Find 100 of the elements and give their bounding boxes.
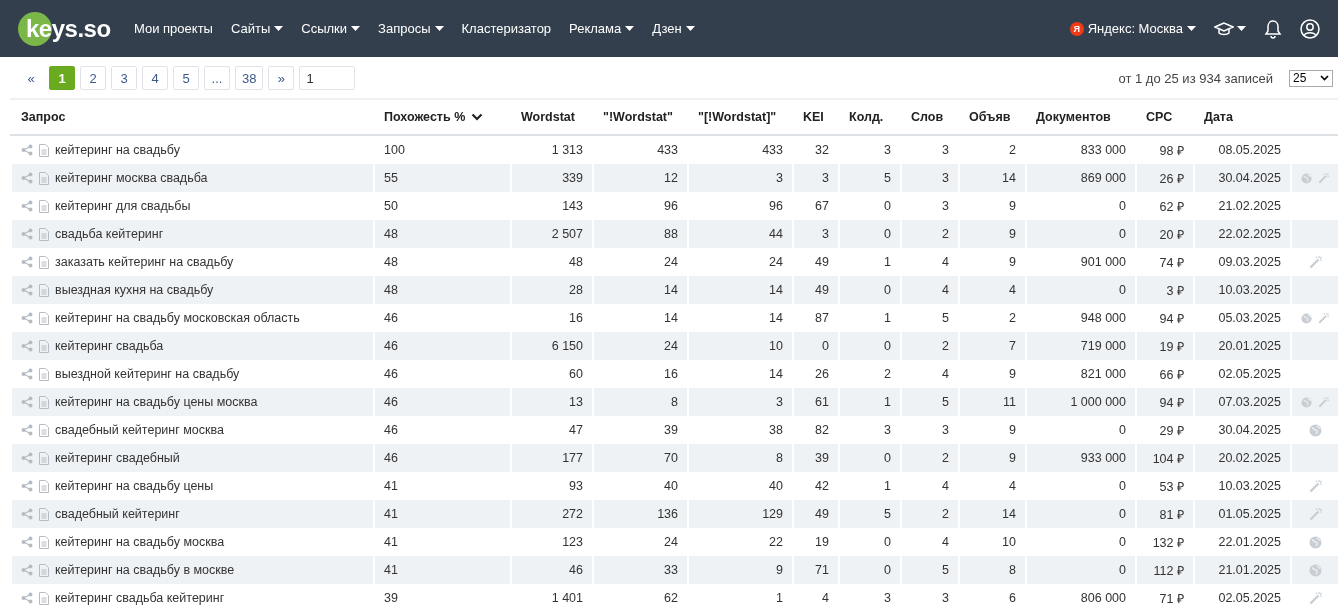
- share-icon[interactable]: [21, 284, 33, 296]
- column-header[interactable]: Дата: [1194, 99, 1291, 135]
- menu-item[interactable]: Кластеризатор: [461, 21, 552, 36]
- page-size-select[interactable]: 25: [1289, 69, 1333, 87]
- menu-item[interactable]: Мои проекты: [134, 21, 213, 36]
- document-icon[interactable]: [39, 479, 49, 493]
- document-icon[interactable]: [39, 395, 49, 409]
- share-icon[interactable]: [21, 144, 33, 156]
- share-icon[interactable]: [21, 256, 33, 268]
- menu-item[interactable]: Реклама: [569, 21, 635, 36]
- query-link[interactable]: кейтеринг на свадьбу цены: [55, 479, 214, 493]
- magic-wand-icon[interactable]: [1318, 311, 1330, 325]
- table-cell: 20.01.2025: [1194, 332, 1291, 360]
- page-link[interactable]: 2: [80, 66, 106, 90]
- column-header[interactable]: "!Wordstat": [593, 99, 688, 135]
- share-icon[interactable]: [21, 312, 33, 324]
- share-icon[interactable]: [21, 172, 33, 184]
- share-icon[interactable]: [21, 228, 33, 240]
- menu-item[interactable]: Запросы: [378, 21, 444, 36]
- table-cell: 3: [688, 388, 793, 416]
- column-header[interactable]: KEI: [793, 99, 839, 135]
- globe-icon[interactable]: [1301, 171, 1313, 185]
- magic-wand-icon[interactable]: [1308, 255, 1323, 269]
- page-link[interactable]: ...: [204, 66, 230, 90]
- globe-icon[interactable]: [1309, 563, 1322, 577]
- column-header[interactable]: "[!Wordstat]": [688, 99, 793, 135]
- table-cell: 719 000: [1026, 332, 1136, 360]
- magic-wand-icon[interactable]: [1308, 591, 1323, 605]
- notifications-bell-icon[interactable]: [1264, 18, 1282, 39]
- query-link[interactable]: кейтеринг свадьба: [55, 339, 164, 353]
- query-link[interactable]: кейтеринг свадебный: [55, 451, 180, 465]
- document-icon[interactable]: [39, 171, 49, 185]
- globe-icon[interactable]: [1301, 311, 1313, 325]
- query-link[interactable]: кейтеринг на свадьбу: [55, 143, 180, 157]
- user-account-icon[interactable]: [1300, 18, 1320, 39]
- region-selector[interactable]: Я Яндекс: Москва: [1069, 21, 1196, 36]
- query-link[interactable]: выездной кейтеринг на свадьбу: [55, 367, 240, 381]
- page-link[interactable]: 3: [111, 66, 137, 90]
- table-cell: 71: [793, 556, 839, 584]
- magic-wand-icon[interactable]: [1308, 507, 1323, 521]
- page-link[interactable]: »: [268, 66, 295, 90]
- table-cell: 8: [688, 444, 793, 472]
- magic-wand-icon[interactable]: [1318, 395, 1330, 409]
- globe-icon[interactable]: [1309, 423, 1322, 437]
- share-icon[interactable]: [21, 424, 33, 436]
- table-cell: 4: [793, 584, 839, 609]
- query-link[interactable]: свадьба кейтеринг: [55, 227, 164, 241]
- document-icon[interactable]: [39, 283, 49, 297]
- menu-item[interactable]: Ссылки: [301, 21, 361, 36]
- page-link[interactable]: 5: [173, 66, 199, 90]
- menu-item[interactable]: Сайты: [230, 21, 284, 36]
- document-icon[interactable]: [39, 311, 49, 325]
- document-icon[interactable]: [39, 535, 49, 549]
- query-link[interactable]: кейтеринг для свадьбы: [55, 199, 191, 213]
- share-icon[interactable]: [21, 480, 33, 492]
- query-link[interactable]: заказать кейтеринг на свадьбу: [55, 255, 234, 269]
- share-icon[interactable]: [21, 200, 33, 212]
- table-cell: 3 ₽: [1136, 276, 1194, 304]
- magic-wand-icon[interactable]: [1318, 171, 1330, 185]
- share-icon[interactable]: [21, 508, 33, 520]
- table-cell: 94 ₽: [1136, 388, 1194, 416]
- query-link[interactable]: свадебный кейтеринг: [55, 507, 180, 521]
- globe-icon[interactable]: [1309, 535, 1322, 549]
- share-icon[interactable]: [21, 368, 33, 380]
- document-icon[interactable]: [39, 367, 49, 381]
- column-header[interactable]: CPC: [1136, 99, 1194, 135]
- column-header[interactable]: Wordstat: [511, 99, 593, 135]
- document-icon[interactable]: [39, 591, 49, 605]
- query-link[interactable]: кейтеринг на свадьбу москва: [55, 535, 225, 549]
- share-icon[interactable]: [21, 564, 33, 576]
- share-icon[interactable]: [21, 452, 33, 464]
- education-menu[interactable]: [1214, 21, 1246, 36]
- document-icon[interactable]: [39, 451, 49, 465]
- share-icon[interactable]: [21, 536, 33, 548]
- share-icon[interactable]: [21, 592, 33, 604]
- document-icon[interactable]: [39, 199, 49, 213]
- document-icon[interactable]: [39, 143, 49, 157]
- magic-wand-icon[interactable]: [1308, 479, 1323, 493]
- column-header[interactable]: Запрос: [11, 99, 374, 135]
- column-header[interactable]: Объяв: [959, 99, 1026, 135]
- page-link[interactable]: 4: [142, 66, 168, 90]
- query-link[interactable]: кейтеринг свадьба кейтеринг: [55, 591, 225, 605]
- column-header[interactable]: Документов: [1026, 99, 1136, 135]
- page-input[interactable]: 1: [299, 66, 356, 90]
- column-header[interactable]: Слов: [901, 99, 959, 135]
- share-icon[interactable]: [21, 340, 33, 352]
- document-icon[interactable]: [39, 563, 49, 577]
- document-icon[interactable]: [39, 227, 49, 241]
- column-header[interactable]: Колд.: [839, 99, 901, 135]
- query-link[interactable]: кейтеринг на свадьбу московская область: [55, 311, 300, 325]
- document-icon[interactable]: [39, 507, 49, 521]
- document-icon[interactable]: [39, 255, 49, 269]
- share-icon[interactable]: [21, 396, 33, 408]
- query-link[interactable]: свадебный кейтеринг москва: [55, 423, 224, 437]
- document-icon[interactable]: [39, 339, 49, 353]
- document-icon[interactable]: [39, 423, 49, 437]
- menu-item[interactable]: Дзен: [652, 21, 695, 36]
- globe-icon[interactable]: [1301, 395, 1313, 409]
- page-link[interactable]: 38: [235, 66, 264, 90]
- column-header[interactable]: Похожесть %: [374, 99, 511, 135]
